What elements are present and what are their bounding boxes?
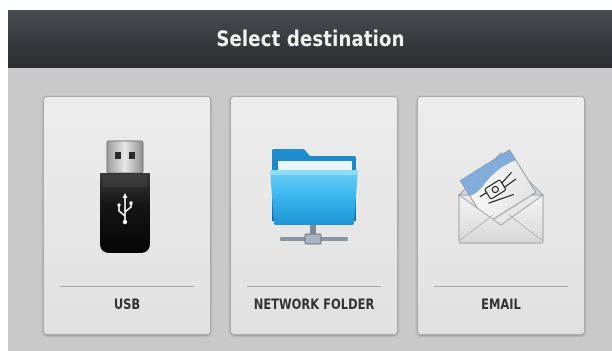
email-destination-button[interactable]: EMAIL <box>417 96 585 335</box>
page-title: Select destination <box>215 27 405 51</box>
network-folder-label: NETWORK FOLDER <box>253 297 375 313</box>
tile-divider <box>434 286 568 287</box>
destination-screen: Select destination USB NETWORK FOLDER EM… <box>8 10 612 351</box>
usb-label: USB <box>113 297 141 313</box>
title-bar: Select destination <box>8 10 612 68</box>
usb-destination-button[interactable]: USB <box>43 96 211 335</box>
network-folder-icon <box>270 149 358 245</box>
tile-divider <box>247 286 381 287</box>
usb-drive-icon <box>100 140 150 253</box>
network-folder-destination-button[interactable]: NETWORK FOLDER <box>230 96 398 335</box>
email-label: EMAIL <box>481 297 521 313</box>
tile-divider <box>60 286 194 287</box>
email-envelope-icon <box>457 149 545 244</box>
